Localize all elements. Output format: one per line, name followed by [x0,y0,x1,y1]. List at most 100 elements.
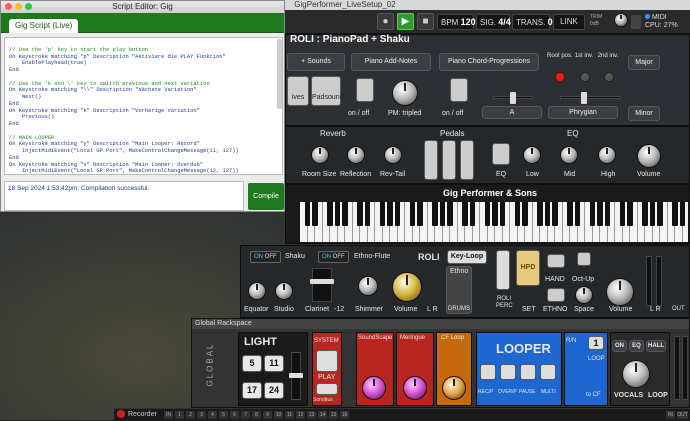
black-key[interactable] [537,202,543,226]
black-key[interactable] [544,202,551,226]
pedal-1[interactable] [424,140,438,180]
black-key[interactable] [649,202,656,226]
volume2-knob[interactable] [392,272,422,302]
high-knob[interactable] [598,146,616,164]
pause-toggle[interactable] [520,364,536,380]
eq-toggle[interactable] [492,143,510,165]
bpm-box[interactable]: BPM 120.0 [437,14,483,30]
black-key[interactable] [589,202,596,226]
black-key[interactable] [432,202,438,226]
second-inv-led[interactable] [604,72,614,82]
recorder-channel[interactable]: 9 [263,411,272,419]
light-5-button[interactable]: 5 [242,355,262,372]
code-line[interactable] [9,40,278,47]
key-slider[interactable] [493,92,533,104]
recorder-channel[interactable]: 2 [186,411,195,419]
black-key[interactable] [334,202,341,226]
code-line[interactable]: On Keystroke matching "k" Description "V… [9,108,278,115]
space-knob[interactable] [575,286,593,304]
black-key[interactable] [619,202,626,226]
recorder-channel[interactable]: 6 [230,411,239,419]
code-line[interactable]: On Keystroke matching "x" Description "M… [9,162,278,169]
code-line[interactable]: // MAIN LOOPER [9,135,278,142]
light-17-button[interactable]: 17 [242,382,262,399]
code-line[interactable]: On Keystroke matching "p" Description "A… [9,54,278,61]
black-key[interactable] [409,202,416,226]
ethno-toggle[interactable] [547,288,565,302]
light-fader[interactable] [289,352,303,400]
sounds-button[interactable]: + Sounds [287,53,345,71]
recorder-in-right[interactable]: IN [666,411,675,419]
recorder-channel[interactable]: 13 [307,411,316,419]
stop-button[interactable]: ■ [417,13,434,30]
padsound-button[interactable]: Padsound [311,76,344,106]
vocals-hall-button[interactable]: HALL [646,340,666,352]
code-line[interactable]: End [9,121,278,128]
play-toggle[interactable] [316,383,338,395]
vocals-eq-button[interactable]: EQ [629,340,644,352]
black-key[interactable] [597,202,603,226]
black-key[interactable] [679,202,686,226]
black-key[interactable] [304,202,311,226]
first-inv-led[interactable] [580,72,590,82]
recorder-channel[interactable]: 11 [285,411,294,419]
vocals-on-button[interactable]: ON [612,340,627,352]
scale-slider-thumb[interactable] [581,92,587,104]
lives-button[interactable]: ives [287,76,309,106]
add-notes-toggle[interactable] [356,78,374,102]
recorder-channel[interactable]: 12 [296,411,305,419]
studio-knob[interactable] [275,282,293,300]
vocals-knob[interactable] [622,360,650,388]
record-indicator-icon[interactable] [117,410,125,418]
code-line[interactable] [9,128,278,135]
recorder-channel[interactable]: 7 [241,411,250,419]
black-key[interactable] [672,202,678,226]
black-key[interactable] [552,202,558,226]
black-key[interactable] [522,202,528,226]
roli-perc-toggle[interactable] [496,250,510,290]
code-scrollbar[interactable] [277,39,282,109]
shaku-on-off[interactable]: ON OFF [250,251,281,263]
minor-button[interactable]: Minor [628,106,660,121]
scale-slider[interactable] [560,92,620,104]
system-toggle[interactable] [316,350,338,372]
piano-keyboard[interactable] [300,202,688,242]
recorder-channel[interactable]: 1 [175,411,184,419]
black-key[interactable] [574,202,581,226]
light-11-button[interactable]: 11 [264,355,284,372]
black-key[interactable] [387,202,393,226]
black-key[interactable] [417,202,423,226]
black-key[interactable] [439,202,446,226]
recorder-channel[interactable]: IN [164,411,173,419]
code-line[interactable]: End [9,67,278,74]
loop-number[interactable]: 1 [588,336,604,350]
recorder-channel[interactable]: 14 [318,411,327,419]
piano-chord-progressions-button[interactable]: Piano Chord-Progressions [439,53,539,71]
recorder-out-right[interactable]: OUT [677,411,688,419]
scale-select[interactable]: Phrygian [548,106,618,119]
cf-loop-knob[interactable] [442,376,466,400]
black-key[interactable] [514,202,521,226]
major-button[interactable]: Major [628,55,660,70]
sig-value[interactable]: 4/4 [498,17,511,27]
black-key[interactable] [447,202,453,226]
mid-knob[interactable] [560,146,578,164]
drums-button-label[interactable]: DRUMS [448,306,470,312]
black-key[interactable] [499,202,506,226]
rev-tail-knob[interactable] [384,146,402,164]
black-key[interactable] [327,202,333,226]
black-key[interactable] [642,202,648,226]
trans-value[interactable]: 0 [548,17,553,27]
rec-p-toggle[interactable] [480,364,496,380]
code-line[interactable]: EnablePlayhead(true) [9,60,278,67]
record-button[interactable]: ● [377,13,394,30]
ethno-flute-on-off[interactable]: ON OFF [318,251,349,263]
black-key[interactable] [394,202,401,226]
trim-knob[interactable] [614,13,628,27]
overp-toggle[interactable] [500,364,516,380]
black-key[interactable] [312,202,318,226]
black-key[interactable] [469,202,476,226]
play-button[interactable]: ▶ [397,13,414,30]
black-key[interactable] [379,202,386,226]
code-line[interactable]: // Use the 'k and \' key to switch previ… [9,81,278,88]
